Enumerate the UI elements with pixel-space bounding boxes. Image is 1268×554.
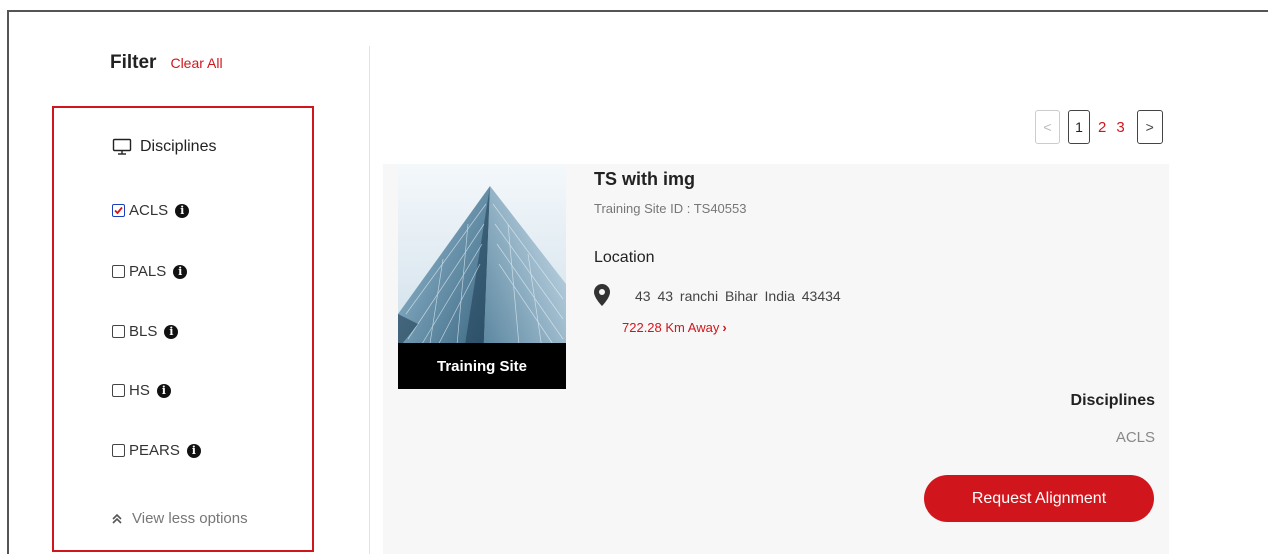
monitor-icon [112,138,132,155]
checkbox-bls[interactable] [112,325,125,338]
request-alignment-button[interactable]: Request Alignment [924,475,1154,522]
checkbox-acls[interactable] [112,204,125,217]
info-icon[interactable]: i [164,324,179,339]
pagination-prev-button[interactable]: < [1035,110,1060,144]
address: 43 43 ranchi Bihar India 43434 [635,288,841,304]
filter-panel: Disciplines ACLS i PALS i BLS i HS i PEA… [52,106,314,552]
filter-option-pears[interactable]: PEARS i [112,442,201,459]
pagination-page-3[interactable]: 3 [1116,119,1124,136]
filter-option-label: BLS [129,323,158,340]
map-pin-icon [594,284,610,306]
site-name[interactable]: TS with img [594,169,695,190]
location-label: Location [594,249,655,266]
pagination-next-button[interactable]: > [1136,110,1163,144]
filter-option-label: ACLS [129,202,169,219]
filter-option-hs[interactable]: HS i [112,382,171,399]
checkmark-icon [114,206,123,215]
filter-option-label: HS [129,382,150,399]
info-icon[interactable]: i [173,264,188,279]
info-icon[interactable]: i [175,203,190,218]
filter-option-label: PALS [129,263,167,280]
filter-option-pals[interactable]: PALS i [112,263,188,280]
distance-link[interactable]: 722.28 Km Away › [622,320,727,335]
view-less-label: View less options [132,510,248,527]
pagination-current-page[interactable]: 1 [1068,110,1090,144]
info-icon[interactable]: i [156,383,171,398]
pagination-page-2[interactable]: 2 [1098,119,1106,136]
disciplines-label: Disciplines [1070,392,1155,409]
filter-header: Filter Clear All [110,52,223,74]
site-id: Training Site ID : TS40553 [594,201,747,216]
disciplines-value: ACLS [1115,429,1155,446]
info-icon[interactable]: i [186,443,201,458]
filter-option-bls[interactable]: BLS i [112,323,179,340]
filter-option-acls[interactable]: ACLS i [112,202,190,219]
checkbox-pears[interactable] [112,444,125,457]
training-site-card: Training Site TS with img Training Site … [383,164,1169,554]
disciplines-heading: Disciplines [112,138,216,156]
double-chevron-up-icon [112,513,122,524]
filter-option-label: PEARS [129,442,180,459]
filter-title: Filter [110,52,157,73]
view-less-options-link[interactable]: View less options [112,510,248,527]
chevron-right-icon: › [722,320,727,335]
disciplines-heading-label: Disciplines [140,138,217,155]
checkbox-pals[interactable] [112,265,125,278]
image-caption: Training Site [398,343,566,389]
column-divider [369,46,370,554]
training-site-image[interactable]: Training Site [398,164,566,389]
clear-all-link[interactable]: Clear All [170,55,222,71]
checkbox-hs[interactable] [112,384,125,397]
distance-text: 722.28 Km Away [622,320,720,335]
pagination: < 1 2 3 > [1035,110,1163,144]
